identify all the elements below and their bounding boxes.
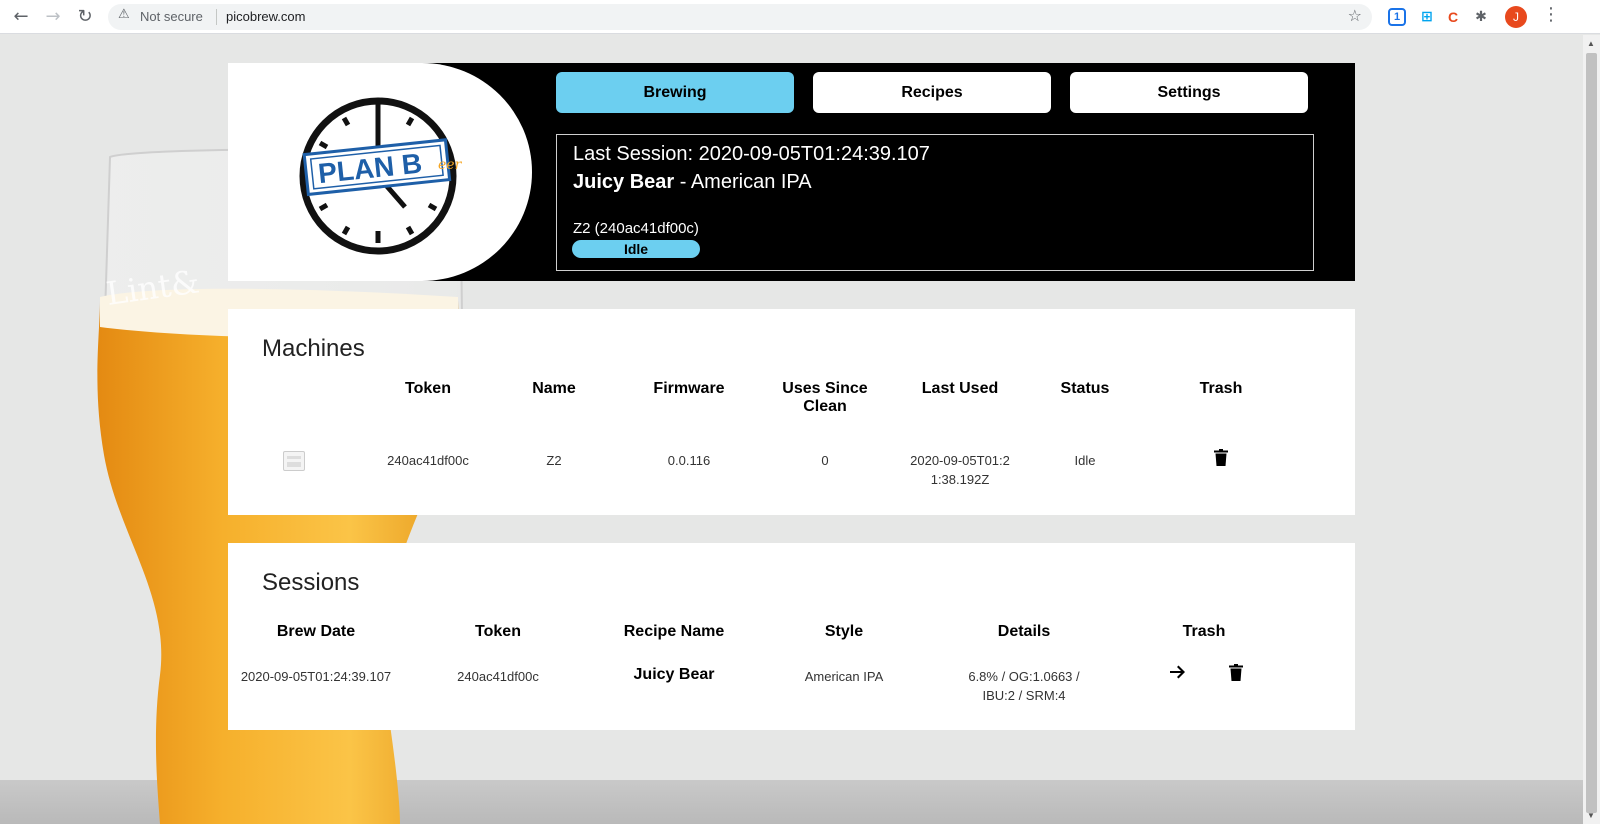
trash-icon[interactable] <box>1229 664 1243 681</box>
status-badge: Idle <box>572 240 700 258</box>
profile-avatar[interactable]: J <box>1505 6 1527 28</box>
sessions-header-style: Style <box>824 623 864 640</box>
sessions-header-token: Token <box>475 623 521 640</box>
machine-last-used: 2020-09-05T01:21:38.192Z <box>910 453 1010 487</box>
machines-header-status: Status <box>1060 380 1110 397</box>
tab-recipes[interactable]: Recipes <box>813 72 1051 113</box>
machine-firmware: 0.0.116 <box>667 453 711 468</box>
current-recipe-style: - American IPA <box>674 171 812 193</box>
tab-settings[interactable]: Settings <box>1070 72 1308 113</box>
machines-title: Machines <box>262 335 365 362</box>
scroll-up-icon[interactable]: ▲ <box>1587 39 1595 48</box>
machines-panel: Machines Token Name Firmware Uses Since … <box>228 309 1355 515</box>
last-session-text: Last Session: 2020-09-05T01:24:39.107 <box>573 143 930 165</box>
logo-suffix-text: eer <box>438 157 463 173</box>
current-machine-label: Z2 (240ac41df00c) <box>573 220 699 237</box>
machines-header-token: Token <box>405 380 451 397</box>
session-recipe-name[interactable]: Juicy Bear <box>604 665 744 684</box>
session-details: 6.8% / OG:1.0663 / IBU:2 / SRM:4 <box>968 669 1080 703</box>
session-style: American IPA <box>804 669 884 684</box>
machines-header-uses-since-clean: Uses Since Clean <box>782 380 868 415</box>
reload-icon[interactable]: ↻ <box>74 6 96 28</box>
scrollbar-thumb[interactable] <box>1586 53 1597 813</box>
machines-header-firmware: Firmware <box>653 380 725 397</box>
browser-toolbar: ← → ↻ ⚠ Not secure picobrew.com ☆ 1 ⊞ C … <box>0 0 1600 34</box>
machines-header-name: Name <box>532 380 576 397</box>
warning-icon: ⚠ <box>118 7 130 22</box>
more-menu-icon[interactable]: ⋮ <box>1542 4 1560 25</box>
scroll-down-icon[interactable]: ▼ <box>1587 811 1595 820</box>
windows-extension-icon[interactable]: ⊞ <box>1416 6 1438 28</box>
session-open-button[interactable] <box>1168 665 1188 684</box>
url-text[interactable]: picobrew.com <box>226 9 305 24</box>
session-brew-date: 2020-09-05T01:24:39.107 <box>240 669 392 684</box>
logo-area: PLAN B eer <box>228 63 532 281</box>
sessions-header-brew-date: Brew Date <box>276 623 356 640</box>
machine-trash-button[interactable] <box>1211 449 1231 471</box>
omnibox-divider <box>216 9 217 25</box>
current-recipe-line: Juicy Bear - American IPA <box>573 171 812 194</box>
sessions-header-details: Details <box>997 623 1051 640</box>
sessions-title: Sessions <box>262 569 360 596</box>
forward-icon[interactable]: → <box>42 6 64 28</box>
machine-uses-since-clean: 0 <box>821 453 829 468</box>
session-trash-button[interactable] <box>1226 664 1246 686</box>
current-recipe-name[interactable]: Juicy Bear <box>573 171 674 193</box>
page-scrollbar[interactable]: ▲ ▼ <box>1583 35 1600 824</box>
current-session-card: Last Session: 2020-09-05T01:24:39.107 Ju… <box>556 134 1314 271</box>
bookmark-star-icon[interactable]: ☆ <box>1348 6 1362 25</box>
plan-b-clock-logo[interactable]: PLAN B eer <box>228 63 532 281</box>
puzzle-extensions-icon[interactable]: ✱ <box>1470 6 1492 28</box>
app-header: PLAN B eer Brewing Recipes Settings Last… <box>228 63 1355 281</box>
extension-badge-icon[interactable]: 1 <box>1388 8 1406 26</box>
sessions-panel: Sessions Brew Date Token Recipe Name Sty… <box>228 543 1355 730</box>
tab-brewing[interactable]: Brewing <box>556 72 794 113</box>
back-icon[interactable]: ← <box>10 6 32 28</box>
machines-header-trash: Trash <box>1199 380 1243 397</box>
session-token: 240ac41df00c <box>457 669 539 684</box>
machine-token: 240ac41df00c <box>387 453 469 468</box>
address-bar[interactable]: ⚠ Not secure picobrew.com ☆ <box>108 4 1372 30</box>
machine-name: Z2 <box>546 453 562 468</box>
trash-icon[interactable] <box>1214 449 1228 466</box>
arrow-right-icon[interactable] <box>1170 665 1186 679</box>
security-label[interactable]: Not secure <box>140 9 203 24</box>
machine-device-icon <box>283 451 305 471</box>
sessions-header-trash: Trash <box>1182 623 1226 640</box>
sessions-header-recipe-name: Recipe Name <box>623 623 725 640</box>
machine-status: Idle <box>1074 453 1096 468</box>
c-extension-icon[interactable]: C <box>1442 6 1464 28</box>
machines-header-last-used: Last Used <box>921 380 999 397</box>
